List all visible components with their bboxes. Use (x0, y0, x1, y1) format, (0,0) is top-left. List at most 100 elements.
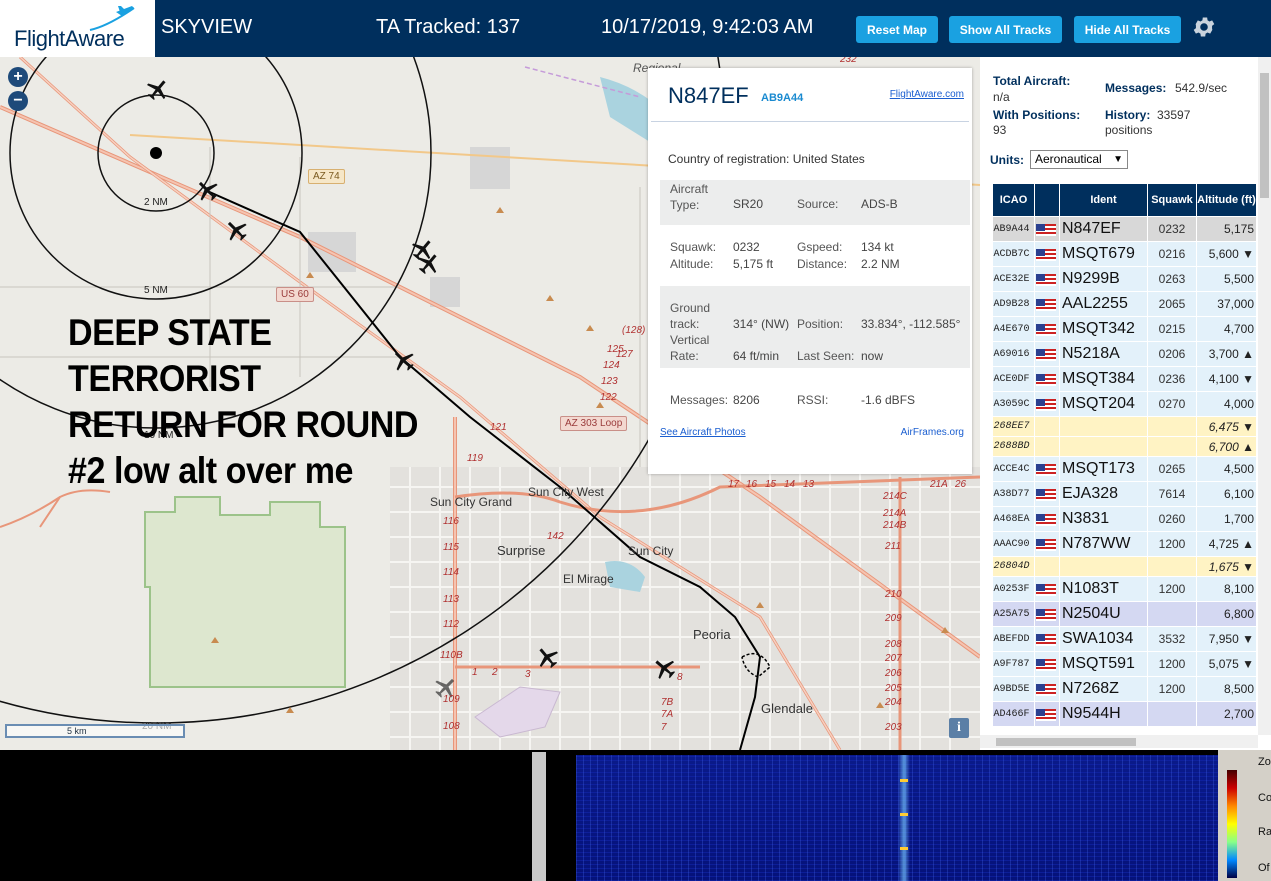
flag-cell (1034, 481, 1060, 507)
icao-cell: ACE0DF (992, 366, 1035, 392)
table-row[interactable]: A4E670 MSQT342 0215 4,700 (992, 316, 1257, 342)
squawk-cell (1147, 436, 1197, 457)
exit-number: 203 (885, 722, 902, 733)
zoom-out-button[interactable]: − (8, 91, 28, 111)
position-label: Position: (797, 317, 844, 331)
with-positions-value: 93 (993, 123, 1007, 137)
column-header-ident[interactable]: Ident (1059, 183, 1148, 217)
units-select[interactable]: Aeronautical ▼ (1030, 150, 1128, 169)
icao-cell: AD9B28 (992, 291, 1035, 317)
exit-number: 119 (467, 453, 483, 464)
aircraft-icon[interactable] (142, 74, 173, 105)
altitude-label: Altitude: (670, 257, 714, 271)
aircraft-photos-link[interactable]: See Aircraft Photos (660, 427, 746, 438)
gear-icon[interactable] (1191, 14, 1217, 40)
info-button[interactable]: i (949, 718, 969, 738)
range-control-label[interactable]: Ra (1258, 826, 1271, 838)
exit-number: 13 (803, 479, 815, 490)
contrast-control-label[interactable]: Co (1258, 792, 1271, 804)
table-row[interactable]: ACE32E N9299B 0263 5,500 (992, 266, 1257, 292)
table-row[interactable]: AAAC90 N787WW 1200 4,725 ▲ (992, 531, 1257, 557)
with-positions-label: With Positions: (993, 108, 1081, 122)
show-all-tracks-button[interactable]: Show All Tracks (949, 16, 1062, 43)
icao-cell: ABEFDD (992, 626, 1035, 652)
zoom-in-button[interactable]: + (8, 67, 28, 87)
aircraft-icon[interactable] (192, 175, 223, 206)
table-row[interactable]: 26804D 1,675 ▼ (992, 556, 1257, 577)
column-header-icao[interactable]: ICAO (992, 183, 1035, 217)
table-row[interactable]: ABEFDD SWA1034 3532 7,950 ▼ (992, 626, 1257, 652)
exit-number: 122 (600, 392, 617, 403)
table-row[interactable]: A25A75 N2504U 6,800 (992, 601, 1257, 627)
table-row[interactable]: A468EA N3831 0260 1,700 (992, 506, 1257, 532)
aircraft-icon[interactable] (649, 653, 680, 684)
exit-number: 1 (472, 667, 478, 678)
ident-cell: N2504U (1059, 601, 1148, 627)
airframes-link[interactable]: AirFrames.org (901, 427, 964, 438)
ident-cell: MSQT679 (1059, 241, 1148, 267)
exit-number: 108 (443, 721, 460, 732)
window-divider[interactable] (532, 752, 546, 881)
sidebar-horizontal-scrollbar[interactable] (980, 735, 1258, 748)
waterfall-display[interactable] (576, 755, 1218, 881)
exit-number: 115 (443, 542, 459, 553)
table-row[interactable]: 268EE7 6,475 ▼ (992, 416, 1257, 437)
table-row[interactable]: AD9B28 AAL2255 2065 37,000 (992, 291, 1257, 317)
us-flag-icon (1036, 373, 1056, 386)
sidebar-vertical-scrollbar[interactable] (1258, 57, 1271, 735)
ident-cell: MSQT342 (1059, 316, 1148, 342)
flightaware-link[interactable]: FlightAware.com (890, 89, 964, 100)
table-row[interactable]: ACDB7C MSQT679 0216 5,600 ▼ (992, 241, 1257, 267)
altitude-cell: 7,950 ▼ (1196, 626, 1257, 652)
table-row[interactable]: A9BD5E N7268Z 1200 8,500 (992, 676, 1257, 702)
ident-cell: N5218A (1059, 341, 1148, 367)
scroll-thumb[interactable] (1260, 73, 1269, 198)
us-flag-icon (1036, 223, 1056, 236)
table-row[interactable]: ACCE4C MSQT173 0265 4,500 (992, 456, 1257, 482)
place-label: Surprise (497, 543, 546, 558)
table-row[interactable]: A69016 N5218A 0206 3,700 ▲ (992, 341, 1257, 367)
flag-cell (1034, 416, 1060, 437)
column-header-flag[interactable] (1034, 183, 1060, 217)
aircraft-icon[interactable] (221, 215, 252, 246)
icao-cell: 268EE7 (992, 416, 1035, 437)
table-row[interactable]: A3059C MSQT204 0270 4,000 (992, 391, 1257, 417)
table-row[interactable]: A9F787 MSQT591 1200 5,075 ▼ (992, 651, 1257, 677)
selected-hex: AB9A44 (761, 92, 804, 104)
us-flag-icon (1036, 323, 1056, 336)
reset-map-button[interactable]: Reset Map (856, 16, 938, 43)
flightaware-logo[interactable]: FlightAware (0, 0, 155, 57)
hide-all-tracks-button[interactable]: Hide All Tracks (1074, 16, 1181, 43)
aircraft-icon[interactable] (532, 642, 563, 673)
offset-control-label[interactable]: Of (1258, 862, 1270, 874)
table-row[interactable]: 2688BD 6,700 ▲ (992, 436, 1257, 457)
table-row[interactable]: AD466F N9544H 2,700 (992, 701, 1257, 727)
zoom-control-label[interactable]: Zo (1258, 756, 1271, 768)
scroll-thumb[interactable] (996, 738, 1136, 746)
icao-cell: ACE32E (992, 266, 1035, 292)
us-flag-icon (1036, 273, 1056, 286)
ident-cell: MSQT173 (1059, 456, 1148, 482)
squawk-cell: 0270 (1147, 391, 1197, 417)
exit-number: 114 (443, 567, 459, 578)
aircraft-icon[interactable] (413, 248, 444, 279)
altitude-cell: 37,000 (1196, 291, 1257, 317)
table-row[interactable]: A0253F N1083T 1200 8,100 (992, 576, 1257, 602)
table-row[interactable]: A38D77 EJA328 7614 6,100 (992, 481, 1257, 507)
squawk-cell: 0215 (1147, 316, 1197, 342)
table-row[interactable]: ACE0DF MSQT384 0236 4,100 ▼ (992, 366, 1257, 392)
exit-number: 127 (616, 349, 633, 360)
column-header-altitude[interactable]: Altitude (ft) (1196, 183, 1257, 217)
flag-cell (1034, 676, 1060, 702)
squawk-cell: 0216 (1147, 241, 1197, 267)
flag-cell (1034, 626, 1060, 652)
ident-cell (1059, 416, 1148, 437)
icao-cell: A38D77 (992, 481, 1035, 507)
table-row[interactable]: AB9A44 N847EF 0232 5,175 (992, 216, 1257, 242)
flag-cell (1034, 701, 1060, 727)
source-value: ADS-B (861, 197, 898, 211)
range-label: 2 NM (144, 197, 168, 208)
messages-label: Messages: (670, 393, 729, 407)
exit-number: 123 (601, 376, 618, 387)
column-header-squawk[interactable]: Squawk (1147, 183, 1197, 217)
